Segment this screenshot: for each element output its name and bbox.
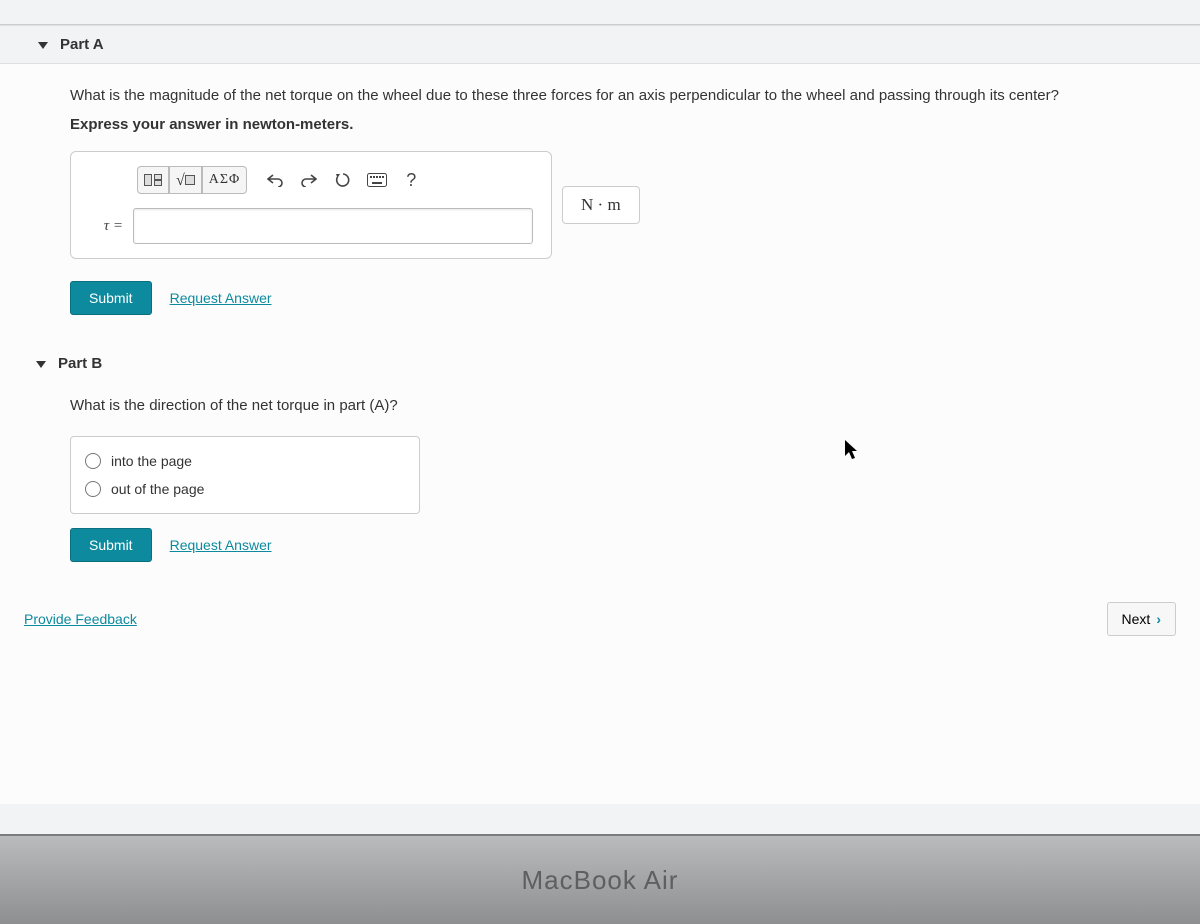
option-label: out of the page — [111, 481, 204, 497]
redo-button[interactable] — [293, 166, 325, 194]
radical-button[interactable]: √ — [169, 166, 202, 194]
provide-feedback-link[interactable]: Provide Feedback — [24, 611, 137, 627]
answer-input-row: τ = — [89, 208, 533, 244]
part-b-body: What is the direction of the net torque … — [70, 394, 1130, 562]
request-answer-link[interactable]: Request Answer — [170, 537, 272, 553]
request-answer-link[interactable]: Request Answer — [170, 290, 272, 306]
part-a-header[interactable]: Part A — [0, 25, 1200, 64]
part-b-submit-row: Submit Request Answer — [70, 528, 1130, 562]
toolbar-spacer — [249, 166, 257, 194]
template-picker-button[interactable] — [137, 166, 169, 194]
radio-out-of-page[interactable] — [85, 481, 101, 497]
part-b-title: Part B — [58, 355, 102, 372]
formula-toolbar: √ ΑΣΦ — [137, 166, 533, 194]
part-a-submit-row: Submit Request Answer — [70, 281, 1130, 315]
part-a-title: Part A — [60, 36, 104, 53]
footer: Provide Feedback Next › — [0, 582, 1200, 656]
unit-label: N · m — [562, 186, 640, 224]
option-out-of-page[interactable]: out of the page — [85, 475, 405, 503]
undo-button[interactable] — [259, 166, 291, 194]
help-button[interactable]: ? — [395, 166, 427, 194]
chevron-right-icon: › — [1156, 611, 1161, 627]
assignment-container: Part A What is the magnitude of the net … — [0, 24, 1200, 804]
options-box: into the page out of the page — [70, 436, 420, 514]
part-a-body: What is the magnitude of the net torque … — [0, 64, 1200, 582]
part-a-question: What is the magnitude of the net torque … — [70, 84, 1130, 108]
greek-button[interactable]: ΑΣΦ — [202, 166, 248, 194]
option-into-page[interactable]: into the page — [85, 447, 405, 475]
reset-button[interactable] — [327, 166, 359, 194]
collapse-icon — [36, 359, 46, 369]
device-label: MacBook Air — [522, 865, 679, 896]
collapse-icon — [38, 40, 48, 50]
submit-button[interactable]: Submit — [70, 528, 152, 562]
part-a-instruction: Express your answer in newton-meters. — [70, 116, 1130, 133]
next-button[interactable]: Next › — [1107, 602, 1176, 636]
radio-into-page[interactable] — [85, 453, 101, 469]
submit-button[interactable]: Submit — [70, 281, 152, 315]
next-label: Next — [1122, 611, 1151, 627]
keyboard-button[interactable] — [361, 166, 393, 194]
variable-label: τ = — [89, 218, 123, 235]
part-b-question: What is the direction of the net torque … — [70, 394, 1130, 418]
answer-input[interactable] — [133, 208, 533, 244]
device-bezel: MacBook Air — [0, 834, 1200, 924]
part-b-header[interactable]: Part B — [36, 345, 1130, 382]
option-label: into the page — [111, 453, 192, 469]
answer-entry-box: √ ΑΣΦ — [70, 151, 552, 259]
